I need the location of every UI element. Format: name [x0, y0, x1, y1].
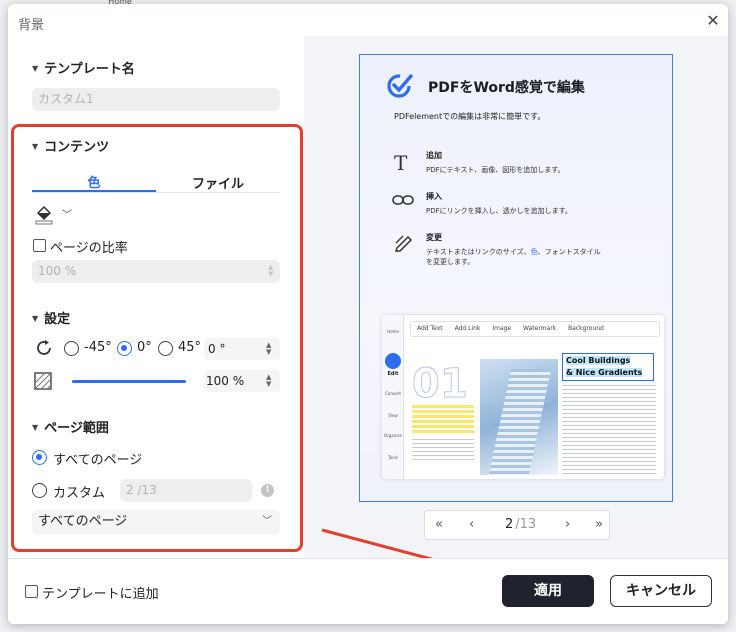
feature-modify-title: 変更: [426, 233, 442, 242]
rotation-minus45-radio[interactable]: [64, 341, 79, 356]
opacity-icon: [34, 372, 52, 390]
custom-range-radio[interactable]: [32, 483, 47, 498]
page-range-dropdown[interactable]: すべてのページ ﹀: [32, 510, 280, 534]
caret-down-icon: ▼: [32, 64, 39, 73]
close-icon[interactable]: ✕: [704, 12, 722, 30]
chevron-down-icon: ﹀: [262, 516, 272, 527]
preview-headline: PDFをWord感覚で編集: [428, 80, 585, 96]
dialog-footer: テンプレートに追加 適用 キャンセル: [8, 558, 728, 624]
rotate-icon: [37, 340, 51, 355]
info-icon[interactable]: !: [261, 484, 274, 497]
current-page[interactable]: 2/13: [505, 517, 536, 532]
mock-callout: Cool Buildings & Nice Gradients: [562, 353, 654, 381]
mock-app-screenshot: Home Edit Convert View Organize Tools Ad…: [382, 315, 664, 479]
feature-insert-title: 挿入: [426, 192, 442, 201]
page-ratio-checkbox[interactable]: [33, 239, 46, 252]
spinner-arrows-icon: ▲ ▼: [268, 263, 274, 278]
content-heading[interactable]: ▼ コンテンツ: [32, 136, 109, 155]
spinner-arrows-icon[interactable]: ▲ ▼: [266, 342, 271, 356]
opacity-slider[interactable]: [72, 380, 186, 383]
next-page-button[interactable]: ›: [565, 517, 570, 532]
preview-subline: PDFelementでの編集は非常に簡単です。: [394, 112, 546, 121]
link-icon: [392, 195, 414, 205]
feature-add-desc: PDFにテキスト、画像、図形を追加します。: [426, 166, 565, 174]
rotation-stepper[interactable]: 0 ° ▲ ▼: [204, 338, 280, 360]
feature-add-title: 追加: [426, 151, 442, 160]
mock-building-image: [480, 359, 558, 475]
preview-page: PDFをWord感覚で編集 PDFelementでの編集は非常に簡単です。 T …: [359, 54, 673, 502]
caret-down-icon: ▼: [32, 142, 39, 151]
spinner-arrows-icon[interactable]: ▲ ▼: [266, 374, 271, 388]
mock-column-text: [562, 385, 656, 475]
page-range-heading[interactable]: ▼ ページ範囲: [32, 417, 109, 436]
background-dialog: 背景 ✕ ▼ テンプレート名 カスタム1 ▼ コンテンツ 色 ファイル ﹀ ページの…: [8, 4, 728, 624]
paint-bucket-icon: [35, 205, 53, 225]
page-ratio-field[interactable]: 100 % ▲ ▼: [32, 260, 280, 283]
opacity-slider-fill: [72, 380, 186, 383]
feature-insert-desc: PDFにリンクを挿入し、透かしを追加します。: [426, 207, 572, 215]
mock-big-number: 01: [412, 361, 469, 408]
opacity-stepper[interactable]: 100 % ▲ ▼: [204, 370, 280, 392]
color-picker-button[interactable]: ﹀: [34, 204, 80, 225]
feature-modify-desc-2: を変更します。: [426, 258, 475, 266]
custom-range-input[interactable]: 2 /13: [120, 479, 252, 502]
preview-panel: PDFをWord感覚で編集 PDFelementでの編集は非常に簡単です。 T …: [304, 36, 728, 558]
mock-sidebar: Home Edit Convert View Organize Tools: [382, 315, 404, 479]
template-name-heading[interactable]: ▼ テンプレート名: [32, 58, 135, 77]
pen-edit-icon: [394, 235, 413, 252]
page-ratio-label: ページの比率: [50, 241, 128, 256]
tab-active-indicator: [32, 190, 156, 192]
template-name-input[interactable]: カスタム1: [32, 88, 280, 111]
tab-divider: [32, 192, 280, 193]
dialog-title: 背景: [18, 18, 45, 33]
custom-range-label: カスタム: [53, 486, 106, 501]
rotation-45-label: 45°: [178, 340, 202, 355]
settings-heading[interactable]: ▼ 設定: [32, 308, 70, 327]
tab-file[interactable]: ファイル: [156, 173, 280, 192]
rotation-0-radio[interactable]: [117, 341, 132, 356]
caret-down-icon: ▼: [32, 423, 39, 432]
rotation-minus45-label: -45°: [84, 340, 112, 355]
mock-edit-icon: [385, 353, 401, 369]
add-to-template-checkbox[interactable]: [25, 585, 38, 598]
cancel-button[interactable]: キャンセル: [610, 575, 712, 607]
last-page-button[interactable]: »: [595, 517, 603, 532]
add-to-template-label: テンプレートに追加: [42, 587, 159, 602]
chevron-down-icon: ﹀: [62, 210, 72, 221]
all-pages-radio[interactable]: [32, 450, 47, 465]
text-tool-icon: T: [394, 151, 408, 175]
mock-highlight-text: [412, 405, 474, 435]
check-logo-icon: [387, 74, 413, 98]
mock-toolbar: Add Text Add Link Image Watermark Backgr…: [410, 321, 660, 337]
rotation-45-radio[interactable]: [158, 341, 173, 356]
tab-color[interactable]: 色: [32, 172, 156, 191]
apply-button[interactable]: 適用: [502, 575, 594, 607]
settings-panel: ▼ テンプレート名 カスタム1 ▼ コンテンツ 色 ファイル ﹀ ページの比率 10…: [8, 36, 308, 558]
rotation-0-label: 0°: [137, 340, 152, 355]
feature-modify-desc: テキストまたはリンクのサイズ、色、フォントスタイル: [426, 248, 601, 256]
caret-down-icon: ▼: [32, 314, 39, 323]
all-pages-label: すべてのページ: [53, 453, 143, 468]
mock-body-text: [412, 439, 474, 463]
